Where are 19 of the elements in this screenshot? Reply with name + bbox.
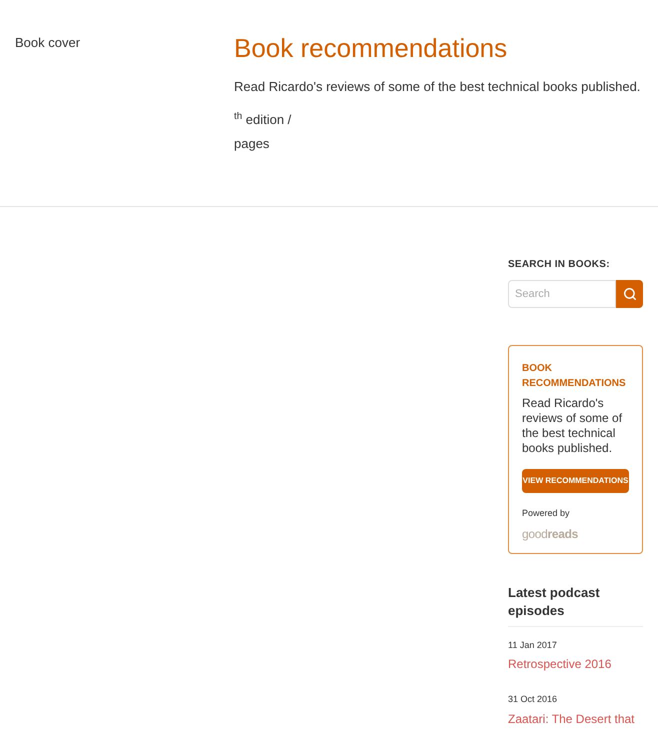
pages-text: pages xyxy=(234,134,270,153)
page-description: Read Ricardo's reviews of some of the best technical books published. xyxy=(234,78,640,96)
card-heading: BOOK RECOMMENDATIONS xyxy=(522,362,627,391)
powered-by-text: Powered by xyxy=(522,507,571,520)
episode-link[interactable]: Retrospective 2016 xyxy=(508,657,643,671)
edition-text: $^{th}$ edition / xyxy=(234,110,292,129)
card-text: Read Ricardo's reviews of some of the best technical books published. xyxy=(522,396,624,456)
view-recommendations-button[interactable]: VIEW RECOMMENDATIONS xyxy=(522,469,629,493)
episode-date: 11 Jan 2017 xyxy=(508,638,558,652)
search-heading: SEARCH IN BOOKS: xyxy=(508,258,611,272)
search-button[interactable] xyxy=(616,280,643,308)
page-title: Book recommendations xyxy=(234,32,508,64)
search-field[interactable]: Search xyxy=(508,280,616,308)
episode-link[interactable]: Zaatari: The Desert that xyxy=(508,712,643,726)
broken-image-alt-text: Book cover xyxy=(15,35,80,50)
search-icon xyxy=(622,287,636,301)
goodreads-logo[interactable]: goodreads xyxy=(522,524,629,542)
podcast-heading: Latest podcast episodes xyxy=(508,584,643,626)
episode-date: 31 Oct 2016 xyxy=(508,693,558,706)
